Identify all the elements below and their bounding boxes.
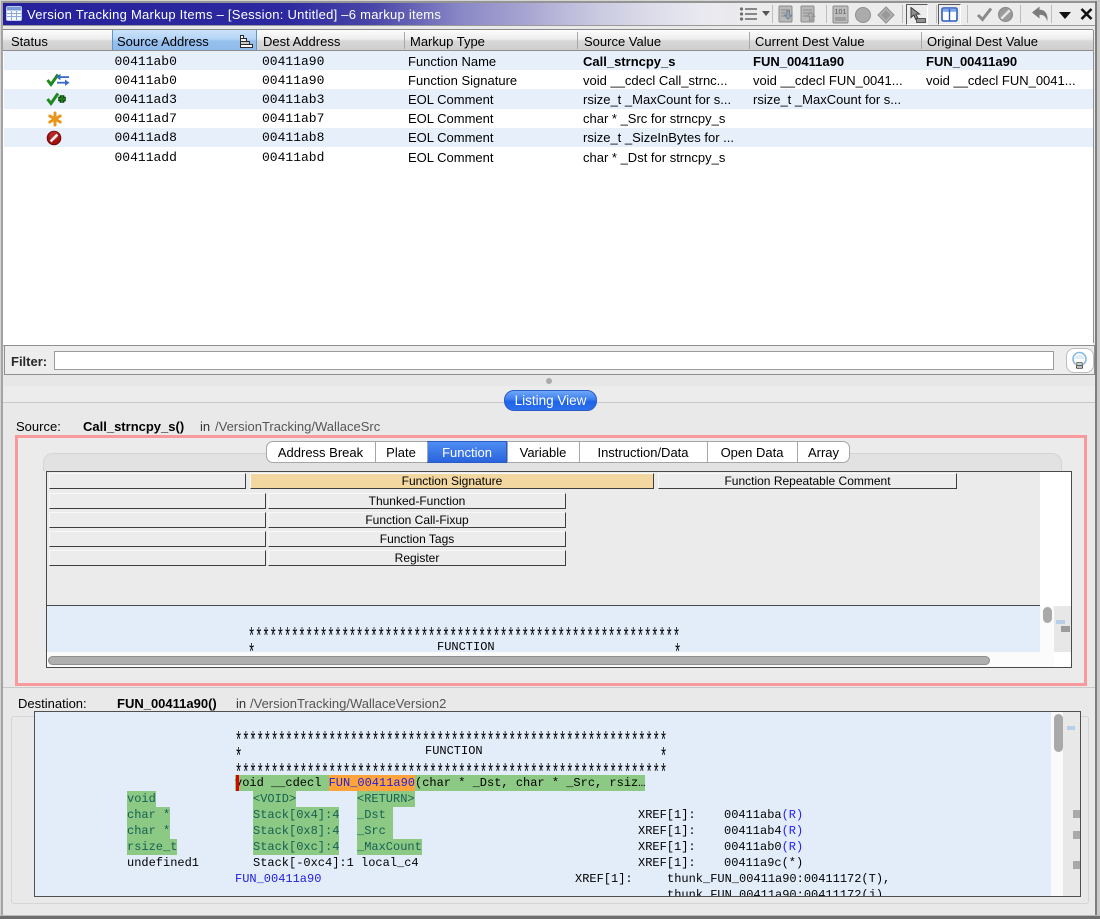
svg-text:101: 101 — [835, 9, 847, 16]
